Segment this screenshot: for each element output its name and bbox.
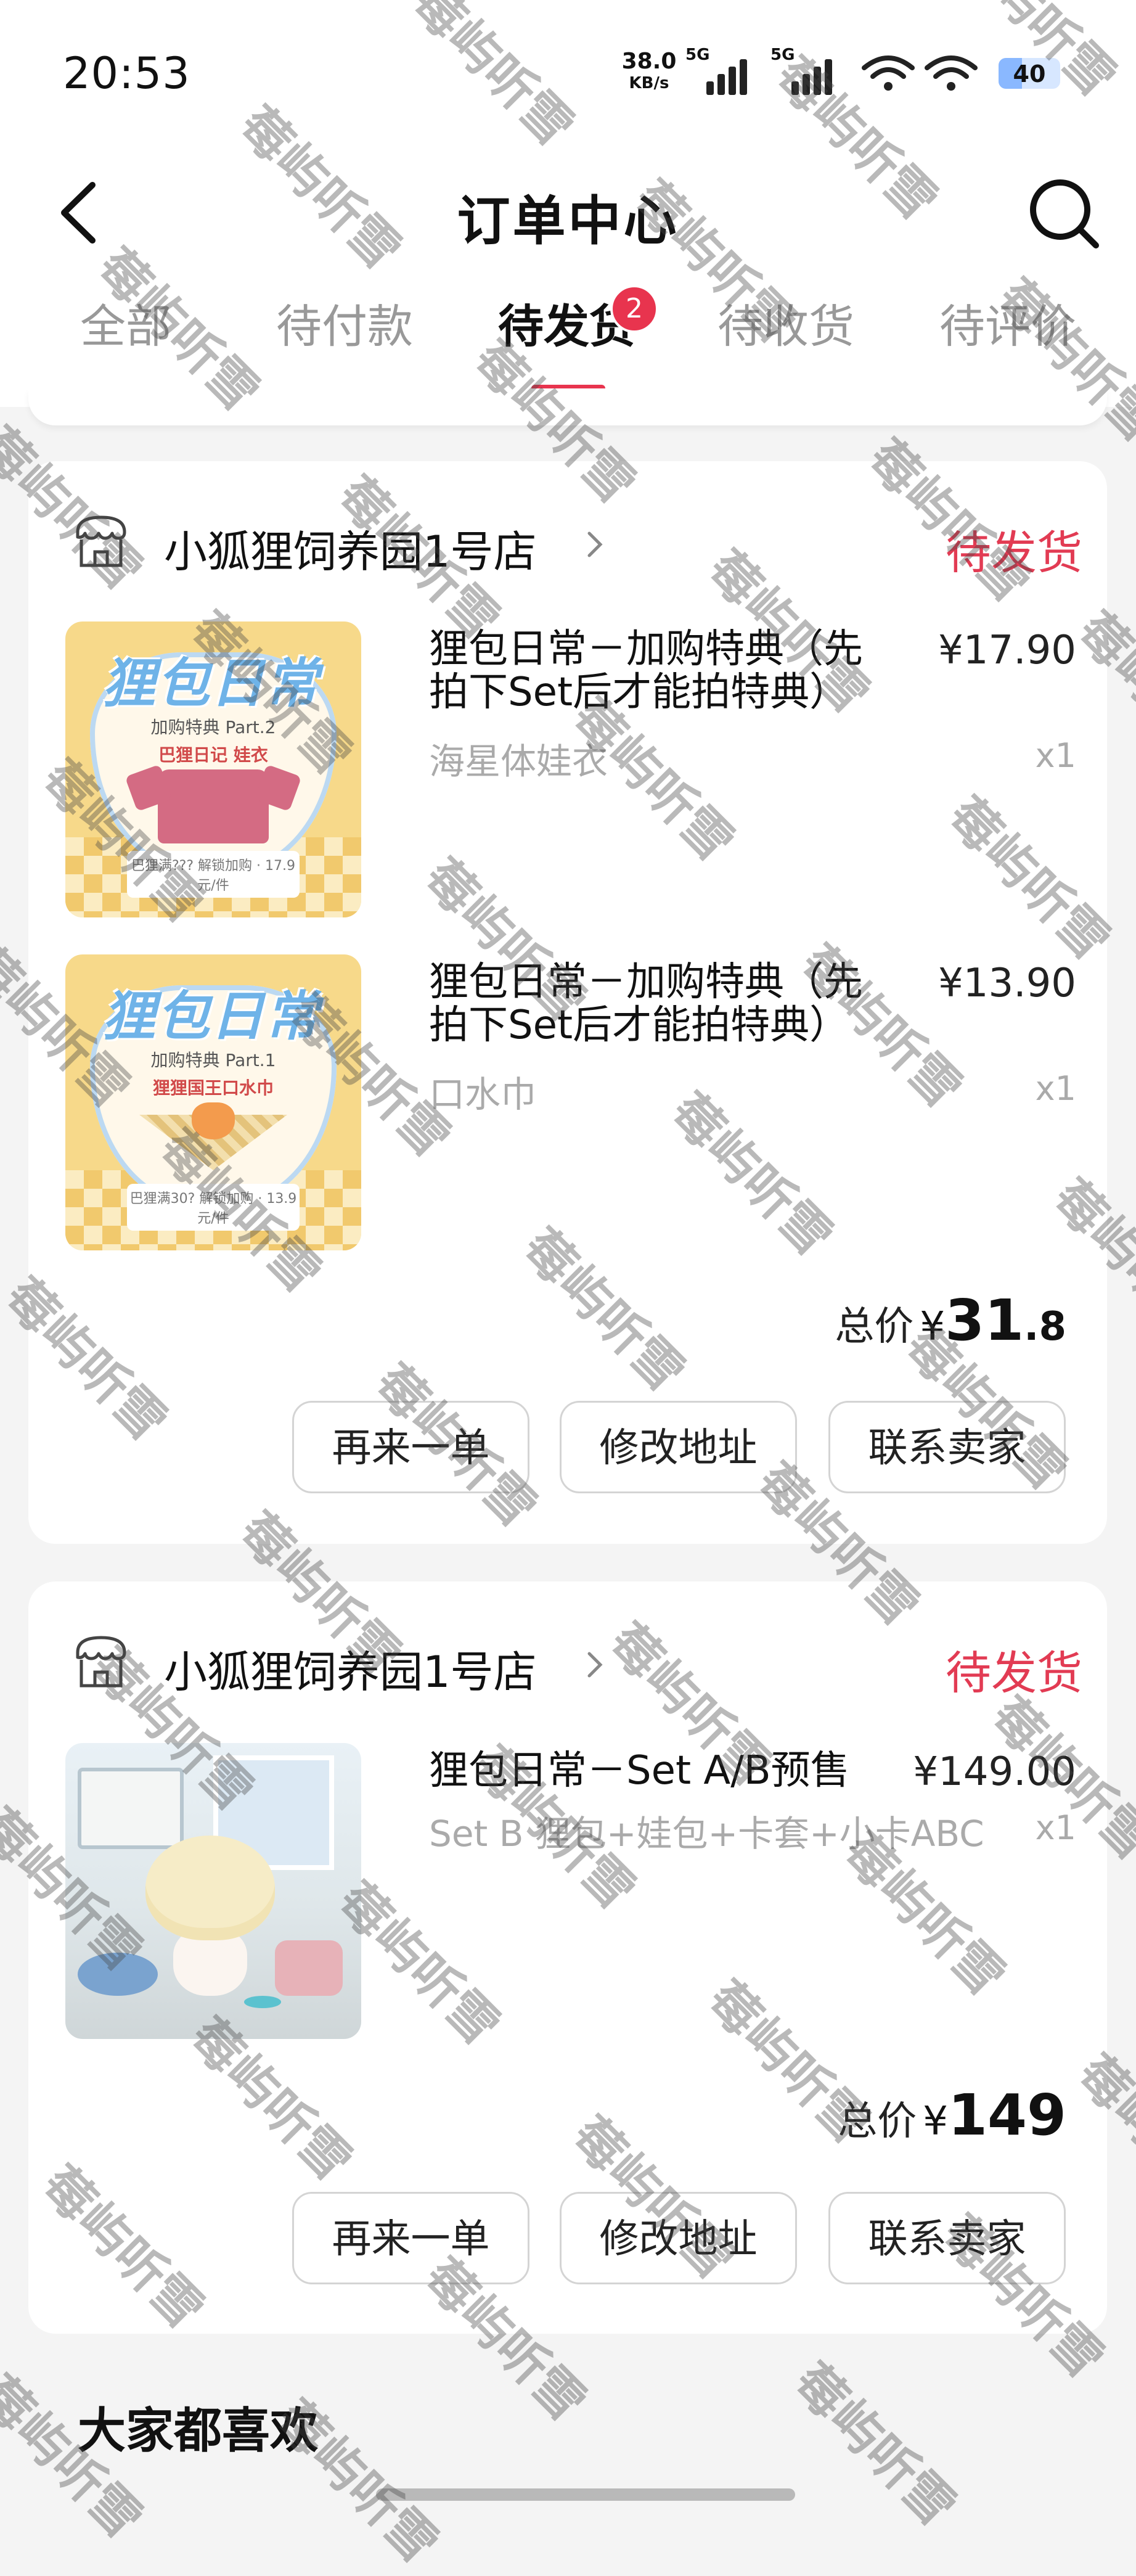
order-item[interactable]: 狸包日常 加购特典 Part.2 巴狸日记 娃衣 巴狸满??? 解锁加购 · 1… xyxy=(65,621,1076,917)
contact-seller-button[interactable]: 联系卖家 xyxy=(828,2192,1066,2284)
product-price: ¥17.90 xyxy=(938,628,1076,673)
status-bar: 20:53 38.0 KB/s 5G 5G 40 xyxy=(0,0,1136,148)
order-status: 待发货 xyxy=(946,527,1082,580)
order-tabs: 全部 待付款 待发货 待收货 待评价 xyxy=(0,290,1136,364)
shop-header[interactable]: 小狐狸饲养园1号店 待发货 xyxy=(72,1628,1082,1700)
tab-pending-review[interactable]: 待评价 xyxy=(939,290,1076,356)
home-indicator[interactable] xyxy=(376,2488,795,2501)
tab-badge-count: 2 xyxy=(610,285,658,333)
product-quantity: x1 xyxy=(1035,1808,1076,1847)
order-total: 总价 ¥31.8 xyxy=(835,1287,1066,1353)
page-title: 订单中心 xyxy=(457,191,679,252)
product-variant: 海星体娃衣 xyxy=(429,740,608,782)
shop-header[interactable]: 小狐狸饲养园1号店 待发货 xyxy=(72,507,1082,580)
product-price: ¥149.00 xyxy=(913,1749,1076,1795)
shop-name[interactable]: 小狐狸饲养园1号店 xyxy=(164,517,537,580)
product-thumbnail[interactable]: 狸包日常 加购特典 Part.2 巴狸日记 娃衣 巴狸满??? 解锁加购 · 1… xyxy=(65,621,361,917)
wifi-icon xyxy=(862,55,915,91)
shop-icon xyxy=(76,1636,126,1688)
product-thumbnail[interactable]: 狸包日常 加购特典 Part.1 狸狸国王口水巾 巴狸满30? 解锁加购 · 1… xyxy=(65,954,361,1250)
chevron-right-icon xyxy=(587,531,603,557)
reorder-button[interactable]: 再来一单 xyxy=(292,2192,529,2284)
shop-icon xyxy=(76,515,126,567)
network-speed: 38.0 KB/s xyxy=(621,49,677,92)
product-price: ¥13.90 xyxy=(938,961,1076,1006)
tab-pending-receipt[interactable]: 待收货 xyxy=(717,290,854,356)
watermark: 莓屿听雪 xyxy=(782,2352,966,2537)
order-card: 小狐狸饲养园1号店 待发货 狸包日常－Set A/B预售 ¥149.00 Set… xyxy=(28,1581,1107,2334)
reorder-button[interactable]: 再来一单 xyxy=(292,1401,529,1493)
tab-all[interactable]: 全部 xyxy=(80,290,171,356)
product-thumbnail[interactable] xyxy=(65,1743,361,2039)
product-title[interactable]: 狸包日常－Set A/B预售 xyxy=(429,1749,922,1792)
product-title[interactable]: 狸包日常－加购特典（先拍下Set后才能拍特典） xyxy=(429,628,897,714)
order-item[interactable]: 狸包日常 加购特典 Part.1 狸狸国王口水巾 巴狸满30? 解锁加购 · 1… xyxy=(65,954,1076,1250)
contact-seller-button[interactable]: 联系卖家 xyxy=(828,1401,1066,1493)
product-variant: 口水巾 xyxy=(429,1073,537,1115)
product-quantity: x1 xyxy=(1035,736,1076,775)
change-address-button[interactable]: 修改地址 xyxy=(560,1401,797,1493)
order-total: 总价 ¥149 xyxy=(838,2082,1066,2148)
product-variant: Set B 狸包+娃包+卡套+小卡ABC xyxy=(429,1813,984,1855)
chevron-right-icon xyxy=(587,1652,603,1678)
product-title[interactable]: 狸包日常－加购特典（先拍下Set后才能拍特典） xyxy=(429,961,897,1047)
order-status: 待发货 xyxy=(946,1647,1082,1700)
order-card: 小狐狸饲养园1号店 待发货 狸包日常 加购特典 Part.2 巴狸日记 娃衣 巴… xyxy=(28,461,1107,1544)
tab-pending-payment[interactable]: 待付款 xyxy=(276,290,413,356)
clock: 20:53 xyxy=(63,48,190,99)
search-icon[interactable] xyxy=(1023,173,1103,253)
change-address-button[interactable]: 修改地址 xyxy=(560,2192,797,2284)
recommend-section-title: 大家都喜欢 xyxy=(78,2403,319,2459)
page-header: 订单中心 全部 待付款 待发货 待收货 待评价 2 xyxy=(0,148,1136,407)
order-item[interactable]: 狸包日常－Set A/B预售 ¥149.00 Set B 狸包+娃包+卡套+小卡… xyxy=(65,1743,1076,2039)
shop-name[interactable]: 小狐狸饲养园1号店 xyxy=(164,1638,537,1700)
product-quantity: x1 xyxy=(1035,1069,1076,1108)
previous-card-edge xyxy=(28,388,1107,425)
wifi-icon xyxy=(925,55,978,91)
battery-icon: 40 xyxy=(999,58,1060,89)
